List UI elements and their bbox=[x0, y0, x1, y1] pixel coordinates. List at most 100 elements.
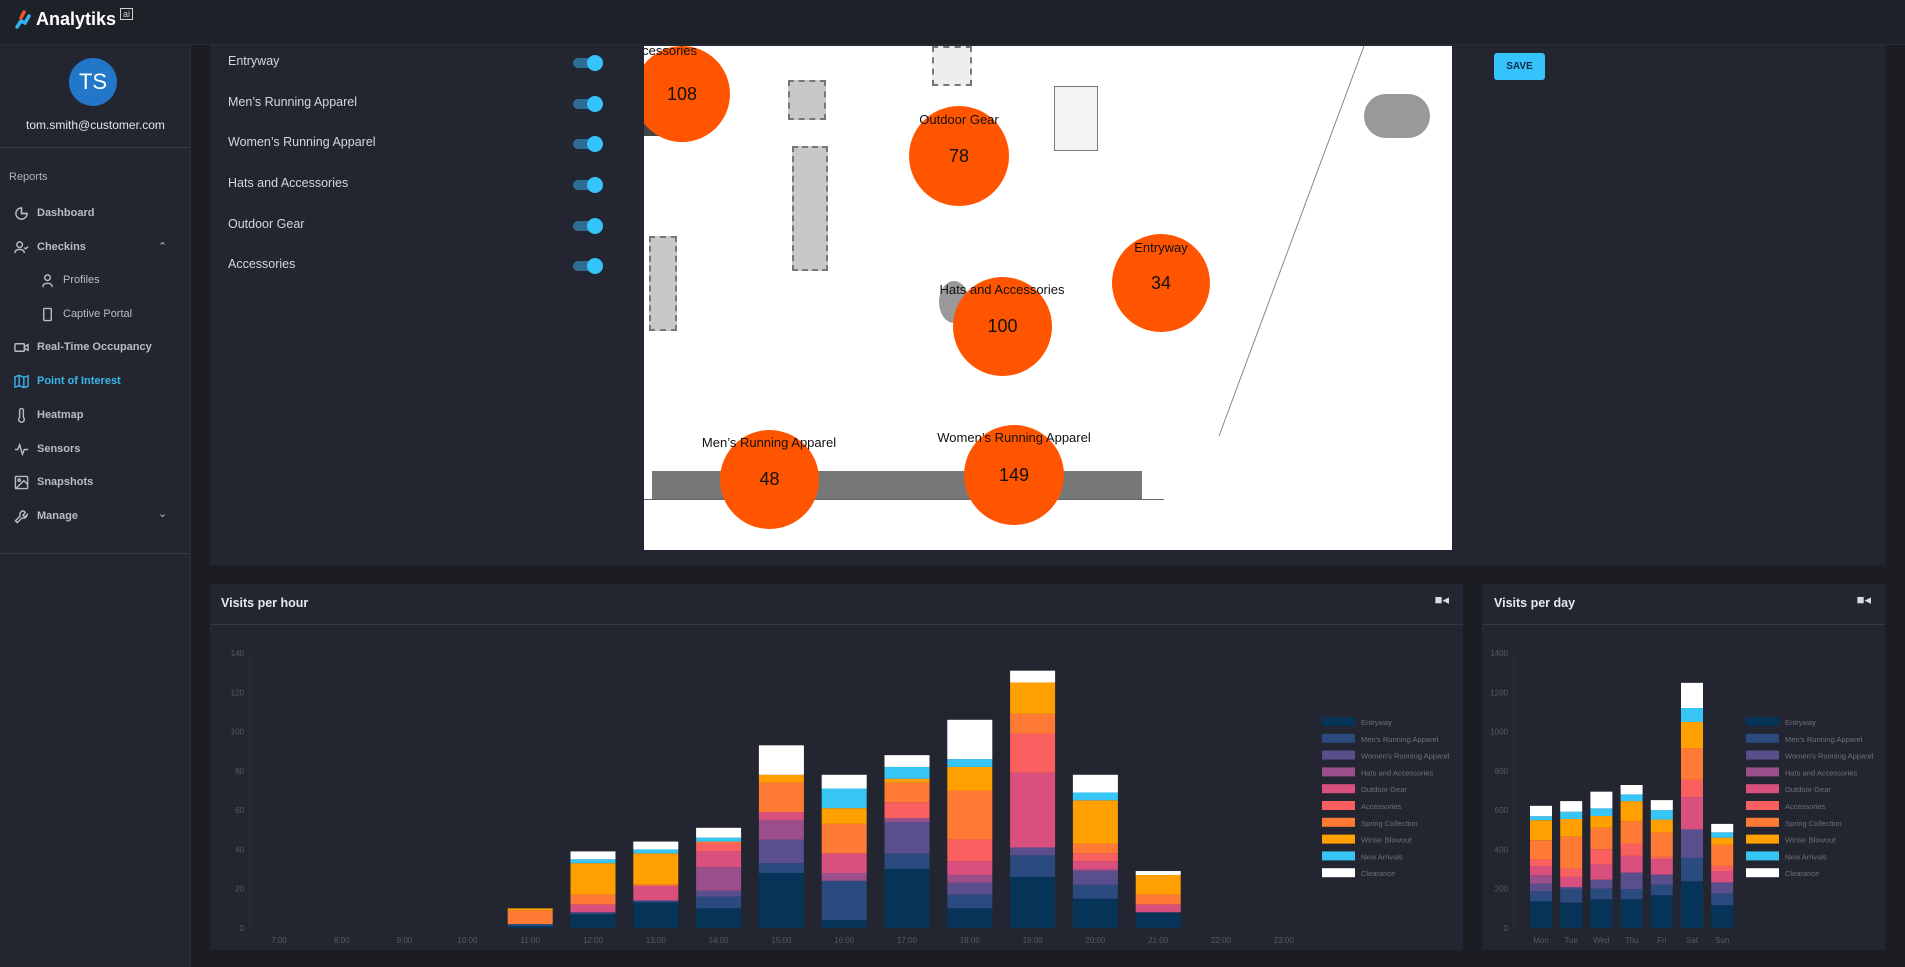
bar-segment bbox=[696, 843, 742, 852]
logo-icon bbox=[15, 10, 31, 29]
legend-swatch bbox=[1322, 851, 1355, 861]
nav-checkins[interactable]: Checkins bbox=[14, 239, 86, 255]
bar-segment bbox=[1620, 821, 1643, 844]
bar-segment bbox=[1010, 682, 1056, 714]
bar-segment bbox=[696, 827, 742, 838]
zone-toggle-outdoor-gear[interactable] bbox=[573, 218, 603, 234]
user-icon bbox=[42, 273, 53, 287]
zone-toggle-accessories[interactable] bbox=[573, 258, 603, 274]
zone-toggle-entryway[interactable] bbox=[573, 55, 603, 71]
legend-swatch bbox=[1746, 817, 1779, 827]
bar-segment bbox=[570, 859, 616, 864]
floor-plan[interactable]: 108 Accessories 78 Outdoor Gear 34 Entry… bbox=[644, 46, 1452, 550]
chevron-down-icon[interactable]: ⌄ bbox=[158, 507, 167, 520]
bar-segment bbox=[1650, 832, 1673, 857]
nav-heatmap[interactable]: Heatmap bbox=[14, 407, 83, 423]
bar-segment bbox=[570, 912, 616, 915]
x-tick-label: 14:00 bbox=[709, 936, 730, 945]
save-button[interactable]: SAVE bbox=[1494, 53, 1545, 80]
bar-segment bbox=[947, 790, 993, 840]
x-tick-label: 15:00 bbox=[771, 936, 792, 945]
bar-segment bbox=[1620, 785, 1643, 795]
poi-count: 100 bbox=[987, 316, 1018, 336]
bar-segment bbox=[1711, 905, 1734, 928]
nav-manage[interactable]: Manage bbox=[14, 508, 78, 524]
x-tick-label: 17:00 bbox=[897, 936, 918, 945]
bar-segment bbox=[884, 778, 930, 783]
nav-label: Snapshots bbox=[37, 476, 94, 488]
bar-segment bbox=[696, 841, 742, 844]
video-camera-icon[interactable]: ■◂ bbox=[1435, 592, 1449, 608]
nav-profiles[interactable]: Profiles bbox=[40, 272, 100, 288]
bar-segment bbox=[1560, 902, 1583, 928]
bar-segment bbox=[570, 904, 616, 913]
poi-label: Hats and Accessories bbox=[939, 282, 1065, 297]
bar-segment bbox=[1681, 857, 1703, 882]
bar-segment bbox=[947, 874, 993, 883]
bar-segment bbox=[1681, 881, 1703, 928]
bar-segment bbox=[884, 766, 930, 779]
poi-count: 78 bbox=[948, 145, 970, 166]
bar-segment bbox=[821, 880, 867, 921]
nav-label: Dashboard bbox=[37, 207, 95, 219]
zone-toggle-mens-running-apparel[interactable] bbox=[573, 96, 603, 112]
legend-swatch bbox=[1322, 834, 1355, 844]
legend-label: Spring Collection bbox=[1361, 819, 1418, 828]
legend-swatch bbox=[1746, 750, 1779, 760]
bar-segment bbox=[633, 900, 679, 903]
x-tick-label: Sun bbox=[1715, 936, 1729, 945]
legend-label: Outdoor Gear bbox=[1361, 785, 1407, 794]
legend-swatch bbox=[1746, 868, 1779, 878]
zone-label: Hats and Accessories bbox=[228, 176, 349, 190]
bar-segment bbox=[821, 823, 867, 854]
nav-snapshots[interactable]: Snapshots bbox=[14, 474, 93, 490]
chevron-up-icon[interactable]: ⌃ bbox=[158, 240, 167, 253]
bar-segment bbox=[1620, 872, 1643, 890]
avatar[interactable]: TS bbox=[69, 58, 117, 106]
bar-segment bbox=[696, 851, 742, 868]
nav-sensors[interactable]: Sensors bbox=[14, 441, 80, 457]
y-tick-label: 140 bbox=[231, 649, 245, 658]
legend-swatch bbox=[1322, 767, 1355, 777]
bar-segment bbox=[1590, 808, 1613, 817]
bar-segment bbox=[821, 920, 867, 928]
bar-segment bbox=[1681, 779, 1703, 797]
nav-point-of-interest[interactable]: Point of Interest bbox=[14, 373, 121, 389]
chart-title: Visits per day bbox=[1494, 596, 1576, 610]
bar-segment bbox=[1072, 774, 1118, 793]
bar-segment bbox=[884, 869, 930, 928]
y-tick-label: 120 bbox=[231, 688, 245, 697]
pie-chart-icon bbox=[15, 206, 28, 220]
y-tick-label: 0 bbox=[240, 924, 245, 933]
legend-swatch bbox=[1746, 851, 1779, 861]
video-camera-icon[interactable]: ■◂ bbox=[1857, 592, 1871, 608]
bar-segment bbox=[947, 719, 993, 760]
bar-segment bbox=[947, 894, 993, 909]
bar-segment bbox=[1530, 901, 1552, 928]
chart-title: Visits per hour bbox=[221, 596, 309, 610]
legend-swatch bbox=[1322, 733, 1355, 743]
nav-captive-portal[interactable]: Captive Portal bbox=[40, 306, 132, 322]
poi-label: Outdoor Gear bbox=[919, 112, 999, 127]
zone-toggle-womens-running-apparel[interactable] bbox=[573, 136, 603, 152]
nav-dashboard[interactable]: Dashboard bbox=[14, 205, 94, 221]
activity-icon bbox=[14, 442, 29, 456]
x-tick-label: Tue bbox=[1564, 936, 1578, 945]
logo[interactable]: Analytiks ai bbox=[14, 8, 134, 30]
y-tick-label: 80 bbox=[235, 767, 244, 776]
legend-swatch bbox=[1322, 750, 1355, 760]
x-tick-label: 20:00 bbox=[1085, 936, 1106, 945]
legend-swatch bbox=[1322, 717, 1355, 726]
image-icon bbox=[14, 475, 29, 490]
bar-segment bbox=[1620, 794, 1643, 802]
nav-real-time-occupancy[interactable]: Real-Time Occupancy bbox=[14, 339, 152, 355]
zone-label: Entryway bbox=[228, 54, 280, 68]
user-check-icon bbox=[14, 240, 29, 253]
bar-segment bbox=[1711, 871, 1734, 883]
legend-swatch bbox=[1322, 801, 1355, 810]
x-tick-label: Sat bbox=[1686, 936, 1699, 945]
bar-segment bbox=[507, 908, 553, 911]
bar-segment bbox=[884, 818, 930, 822]
zone-toggle-hats-and-accessories[interactable] bbox=[573, 177, 603, 193]
bar-segment bbox=[1560, 888, 1583, 903]
